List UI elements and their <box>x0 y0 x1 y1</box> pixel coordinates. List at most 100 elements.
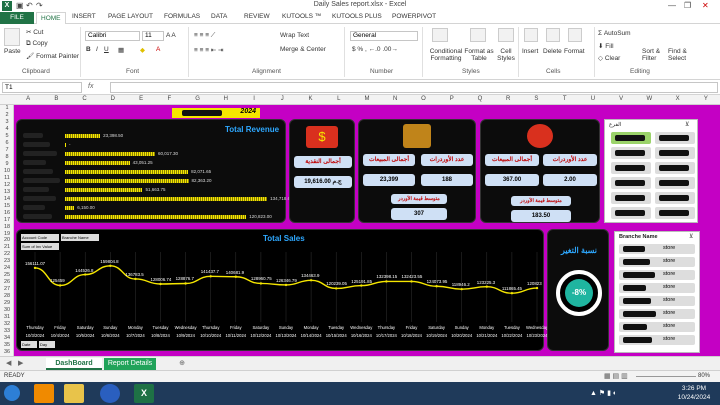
column-header[interactable]: J <box>268 96 296 102</box>
branch-list-item[interactable]: store <box>619 270 695 280</box>
conditional-formatting-icon[interactable] <box>432 28 448 42</box>
start-icon[interactable] <box>4 385 20 401</box>
row-header[interactable]: 26 <box>0 279 14 286</box>
paste-button[interactable]: Paste <box>4 48 21 55</box>
row-header[interactable]: 23 <box>0 258 14 265</box>
tab-formulas[interactable]: FORMULAS <box>164 13 200 20</box>
row-header[interactable]: 36 <box>0 349 14 356</box>
tab-kutools-plus[interactable]: KUTOOLS PLUS <box>332 13 382 20</box>
bold-button[interactable]: B <box>86 46 91 53</box>
column-header[interactable]: C <box>70 96 98 102</box>
column-header[interactable]: X <box>664 96 692 102</box>
restore-icon[interactable]: ❐ <box>684 1 691 10</box>
column-header[interactable]: K <box>296 96 324 102</box>
conditional-formatting-button[interactable]: Conditional Formatting <box>426 48 466 62</box>
clear-filter-icon[interactable]: ⊻ <box>685 121 689 128</box>
format-painter-button[interactable]: 🖌 Format Painter <box>26 52 79 60</box>
format-as-table-icon[interactable] <box>470 28 486 42</box>
grow-font-icon[interactable]: A A <box>166 32 176 39</box>
font-name-select[interactable]: Calibri <box>85 31 140 41</box>
column-header[interactable]: U <box>579 96 607 102</box>
file-explorer-icon[interactable] <box>64 384 84 403</box>
row-header[interactable]: 15 <box>0 203 14 210</box>
chrome-icon[interactable] <box>100 384 120 403</box>
delete-button[interactable]: Delete <box>543 48 562 55</box>
row-header[interactable]: 2 <box>0 112 14 119</box>
row-header[interactable]: 19 <box>0 231 14 238</box>
tab-page-layout[interactable]: PAGE LAYOUT <box>108 13 153 20</box>
row-header[interactable]: 12 <box>0 182 14 189</box>
font-size-select[interactable]: 11 <box>142 31 164 41</box>
column-header[interactable]: A <box>14 96 42 102</box>
slicer-item[interactable] <box>611 207 651 219</box>
paste-icon[interactable] <box>4 28 20 46</box>
font-color-icon[interactable]: A <box>156 46 160 53</box>
column-header[interactable]: M <box>353 96 381 102</box>
row-header[interactable]: 3 <box>0 119 14 126</box>
row-header[interactable]: 28 <box>0 293 14 300</box>
column-header[interactable]: G <box>183 96 211 102</box>
branch-list-item[interactable]: store <box>619 322 695 332</box>
borders-icon[interactable]: ▦ <box>118 46 124 54</box>
cell-styles-button[interactable]: Cell Styles <box>496 48 516 62</box>
date-field-button[interactable]: Date <box>21 341 37 348</box>
slicer-item[interactable] <box>655 207 695 219</box>
format-button[interactable]: Format <box>564 48 585 55</box>
row-header[interactable]: 29 <box>0 300 14 307</box>
merge-center-button[interactable]: Merge & Center <box>280 46 326 53</box>
insert-function-icon[interactable]: fx <box>88 83 93 90</box>
tab-review[interactable]: REVIEW <box>244 13 270 20</box>
cell-styles-icon[interactable] <box>498 28 514 42</box>
slicer-item[interactable] <box>611 147 651 159</box>
next-sheet-icon[interactable]: ▶ <box>18 359 23 367</box>
slicer-item[interactable] <box>655 147 695 159</box>
delete-cells-icon[interactable] <box>546 28 560 42</box>
row-header[interactable]: 9 <box>0 161 14 168</box>
column-header[interactable]: H <box>212 96 240 102</box>
day-field-button[interactable]: Day <box>39 341 55 348</box>
row-header[interactable]: 20 <box>0 237 14 244</box>
find-select-button[interactable]: Find & Select <box>668 48 692 62</box>
view-mode-icons[interactable]: ▦ ▤ ▥ <box>604 372 628 380</box>
column-header[interactable]: Q <box>466 96 494 102</box>
row-header[interactable]: 6 <box>0 140 14 147</box>
column-header[interactable]: O <box>409 96 437 102</box>
slicer-item[interactable] <box>655 192 695 204</box>
excel-taskbar-icon[interactable]: X <box>134 384 154 403</box>
clear-filter-icon[interactable]: ⊻ <box>689 233 693 240</box>
wrap-text-button[interactable]: Wrap Text <box>280 32 309 39</box>
row-header[interactable]: 27 <box>0 286 14 293</box>
slicer-item[interactable] <box>655 132 695 144</box>
tray-icons[interactable]: ▲ ⚑ ▮ ◐ <box>590 389 617 397</box>
slicer-item[interactable] <box>611 192 651 204</box>
align-top-icons[interactable]: ≡ ≡ ≡ ⟋ <box>194 32 215 40</box>
sheet-tab-dashboard[interactable]: DashBoard <box>46 358 102 370</box>
column-header[interactable]: S <box>522 96 550 102</box>
branch-list-item[interactable]: store <box>619 257 695 267</box>
row-header[interactable]: 10 <box>0 168 14 175</box>
format-as-table-button[interactable]: Format as Table <box>464 48 494 62</box>
italic-button[interactable]: I <box>96 46 98 53</box>
new-sheet-icon[interactable]: ⊕ <box>176 358 188 370</box>
insert-cells-icon[interactable] <box>524 28 538 42</box>
prev-sheet-icon[interactable]: ◀ <box>6 359 11 367</box>
slicer-item[interactable] <box>611 132 651 144</box>
autosum-button[interactable]: Σ AutoSum <box>598 30 631 37</box>
row-header[interactable]: 32 <box>0 321 14 328</box>
row-header[interactable]: 1 <box>0 105 14 112</box>
slicer-item[interactable] <box>655 162 695 174</box>
column-header[interactable]: E <box>127 96 155 102</box>
tab-data[interactable]: DATA <box>211 13 227 20</box>
column-header[interactable]: P <box>438 96 466 102</box>
fill-color-icon[interactable]: ◆ <box>140 46 145 54</box>
column-header[interactable]: R <box>494 96 522 102</box>
tab-file[interactable]: FILE <box>0 12 34 24</box>
row-header[interactable]: 11 <box>0 175 14 182</box>
row-header[interactable]: 25 <box>0 272 14 279</box>
row-header[interactable]: 8 <box>0 154 14 161</box>
slicer-item[interactable] <box>611 177 651 189</box>
branch-list-item[interactable]: store <box>619 244 695 254</box>
copy-button[interactable]: ⧉ Copy <box>26 40 48 48</box>
zoom-slider[interactable] <box>636 376 696 377</box>
row-header[interactable]: 14 <box>0 196 14 203</box>
